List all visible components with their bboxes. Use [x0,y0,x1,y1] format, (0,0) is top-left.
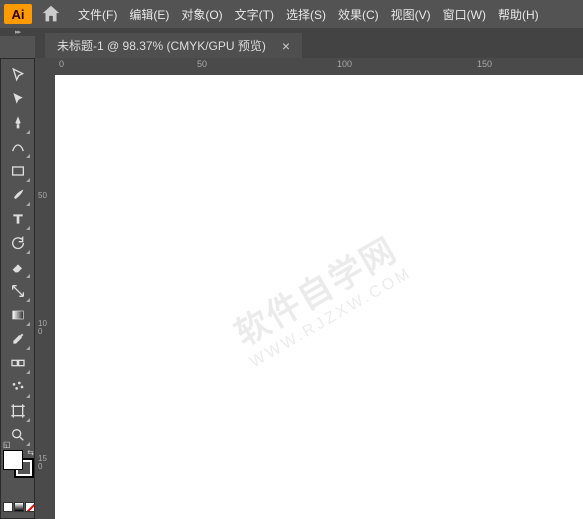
menu-file[interactable]: 文件(F) [78,6,117,23]
eraser-tool-icon[interactable] [5,255,31,279]
close-tab-icon[interactable]: × [282,38,290,54]
ruler-v-label: 150 [38,455,50,471]
rectangle-tool-icon[interactable] [5,159,31,183]
document-tab-title: 未标题-1 @ 98.37% (CMYK/GPU 预览) [57,37,266,54]
pen-tool-icon[interactable] [5,111,31,135]
watermark: 软件自学网 WWW.RJZXW.COM [223,222,416,372]
color-mode-none-icon[interactable] [25,502,35,512]
home-icon[interactable] [40,3,62,25]
menu-object[interactable]: 对象(O) [181,6,222,23]
direct-selection-tool-icon[interactable] [5,87,31,111]
rotate-tool-icon[interactable] [5,231,31,255]
menu-select[interactable]: 选择(S) [286,6,326,23]
document-tab-row: 未标题-1 @ 98.37% (CMYK/GPU 预览) × [35,28,583,58]
top-menu-bar: Ai 文件(F) 编辑(E) 对象(O) 文字(T) 选择(S) 效果(C) 视… [0,0,583,28]
artboard-tool-icon[interactable] [5,399,31,423]
fill-color-swatch[interactable] [3,450,23,470]
curvature-tool-icon[interactable] [5,135,31,159]
color-mode-solid-icon[interactable] [3,502,13,512]
ruler-h-label: 150 [477,59,492,69]
default-colors-icon[interactable]: ◱ [3,440,11,449]
scale-tool-icon[interactable] [5,279,31,303]
ruler-v-label: 50 [38,192,50,200]
artboard-canvas[interactable]: 软件自学网 WWW.RJZXW.COM [55,75,583,519]
ruler-h-label: 100 [337,59,352,69]
menu-window[interactable]: 窗口(W) [443,6,486,23]
swap-fill-stroke-icon[interactable]: ⇆ [27,448,34,457]
paintbrush-tool-icon[interactable] [5,183,31,207]
tool-panel: ◱ ⇆ [0,58,35,519]
ruler-h-label: 50 [197,59,207,69]
ai-logo[interactable]: Ai [4,4,32,24]
horizontal-ruler[interactable]: 0 50 100 150 [55,58,583,75]
color-mode-gradient-icon[interactable] [14,502,24,512]
menu-effect[interactable]: 效果(C) [338,6,379,23]
main-menu: 文件(F) 编辑(E) 对象(O) 文字(T) 选择(S) 效果(C) 视图(V… [78,6,539,23]
toolbar-expand-handle[interactable]: ▸▸ [0,28,35,36]
draw-mode-row [3,502,35,512]
type-tool-icon[interactable] [5,207,31,231]
eyedropper-tool-icon[interactable] [5,327,31,351]
ruler-h-label: 0 [59,59,64,69]
menu-edit[interactable]: 编辑(E) [129,6,169,23]
selection-tool-icon[interactable] [5,63,31,87]
menu-type[interactable]: 文字(T) [235,6,274,23]
menu-help[interactable]: 帮助(H) [498,6,539,23]
fill-stroke-swatches[interactable]: ◱ ⇆ [3,450,34,478]
gradient-tool-icon[interactable] [5,303,31,327]
ruler-origin-corner[interactable] [35,58,55,75]
symbol-sprayer-tool-icon[interactable] [5,375,31,399]
vertical-ruler[interactable]: 50 100 150 [35,58,55,519]
blend-tool-icon[interactable] [5,351,31,375]
ruler-v-label: 100 [38,320,50,336]
menu-view[interactable]: 视图(V) [391,6,431,23]
document-tab[interactable]: 未标题-1 @ 98.37% (CMYK/GPU 预览) × [45,33,302,58]
